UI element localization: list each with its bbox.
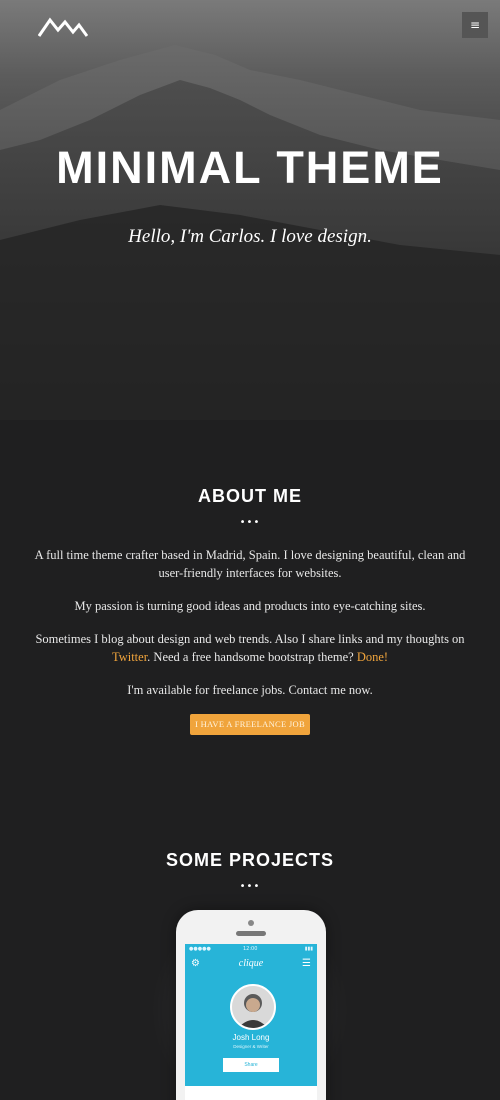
done-link[interactable]: Done!	[357, 650, 388, 664]
mountain-logo-icon[interactable]	[38, 16, 88, 38]
hero-title: MINIMAL THEME	[56, 142, 444, 193]
projects-title: SOME PROJECTS	[165, 850, 335, 870]
phone-content-card	[185, 1086, 317, 1100]
twitter-link[interactable]: Twitter	[112, 650, 147, 664]
mountain-background-image	[0, 45, 500, 420]
page: ≡ MINIMAL THEME Hello, I'm Carlos. I lov…	[0, 0, 500, 1100]
status-time: 12:00	[243, 946, 258, 952]
about-paragraph-3: Sometimes I blog about design and web tr…	[30, 630, 470, 666]
profile-name: Josh Long	[232, 1033, 270, 1042]
phone-app-title: clique	[238, 958, 264, 969]
phone-speaker	[236, 931, 266, 936]
about-paragraph-3-middle: . Need a free handsome bootstrap theme?	[147, 650, 354, 664]
about-paragraph-1: A full time theme crafter based in Madri…	[34, 548, 466, 580]
phone-camera	[248, 920, 254, 926]
profile-role: Designer & Writer	[233, 1044, 269, 1049]
battery-icon: ▮▮▮	[304, 946, 313, 952]
freelance-job-button[interactable]: I HAVE A FREELANCE JOB	[190, 714, 310, 735]
avatar-person-icon	[232, 986, 274, 1028]
phone-screen: ●●●●● 12:00 ▮▮▮ ⚙ clique ☰ Josh Long Des…	[185, 944, 317, 1100]
hero-subtitle: Hello, I'm Carlos. I love design.	[128, 226, 372, 247]
about-divider-dots: •••	[239, 517, 261, 528]
projects-divider-dots: •••	[239, 881, 261, 892]
phone-status-bar: ●●●●● 12:00 ▮▮▮	[185, 944, 317, 954]
about-paragraph-2: My passion is turning good ideas and pro…	[74, 599, 426, 613]
about-paragraph-4: I'm available for freelance jobs. Contac…	[127, 683, 373, 697]
share-button: Share	[223, 1058, 279, 1072]
hamburger-menu-icon: ≡	[469, 18, 481, 32]
project-phone-mockup[interactable]: ●●●●● 12:00 ▮▮▮ ⚙ clique ☰ Josh Long Des…	[176, 910, 326, 1100]
hero-section: ≡ MINIMAL THEME Hello, I'm Carlos. I lov…	[0, 0, 500, 420]
avatar	[230, 984, 276, 1030]
menu-icon: ☰	[302, 958, 311, 969]
about-paragraph-3-text: Sometimes I blog about design and web tr…	[35, 632, 465, 646]
about-title: ABOUT ME	[198, 486, 302, 506]
hamburger-menu-button[interactable]: ≡	[462, 12, 488, 38]
signal-icon: ●●●●●	[189, 946, 211, 952]
